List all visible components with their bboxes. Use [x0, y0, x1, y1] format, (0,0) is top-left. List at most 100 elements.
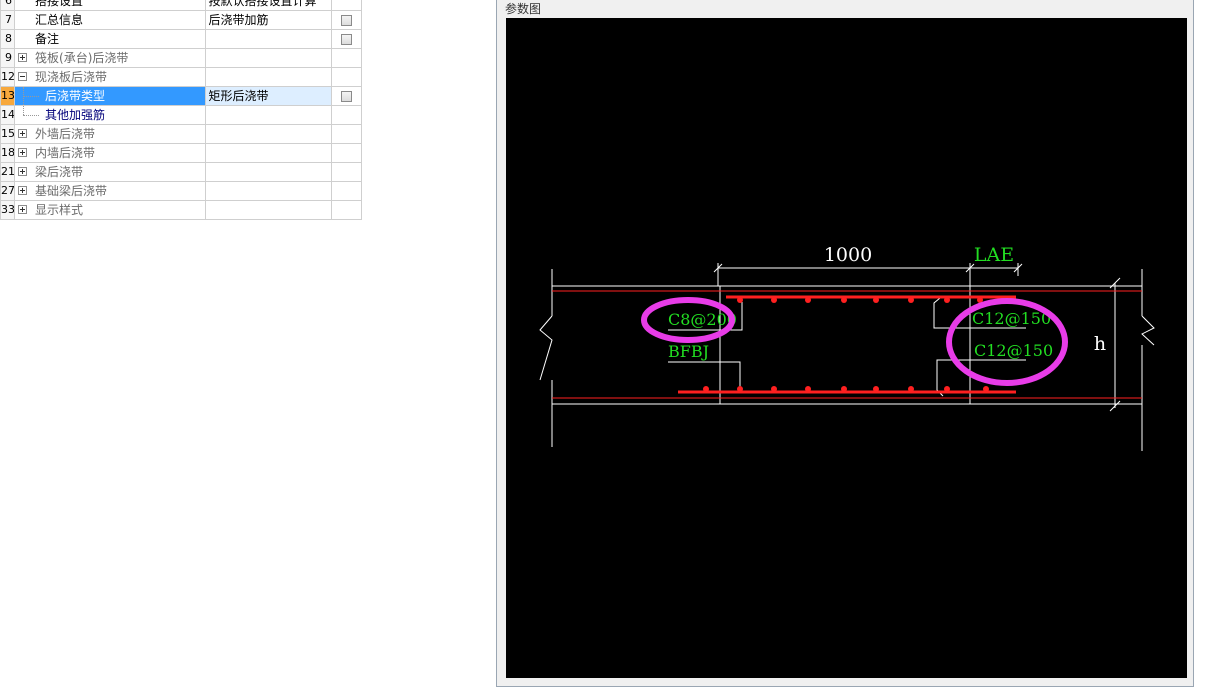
property-name-cell[interactable]: 其他加强筋	[14, 105, 206, 125]
property-name: 现浇板后浇带	[35, 70, 108, 84]
attach-checkbox-cell	[330, 200, 363, 220]
property-name-cell[interactable]: 现浇板后浇带	[14, 67, 206, 87]
property-value[interactable]	[204, 124, 332, 144]
top-rebar-dot	[737, 297, 743, 303]
property-value[interactable]: 矩形后浇带	[204, 86, 332, 106]
attach-checkbox[interactable]	[340, 15, 352, 26]
expand-icon[interactable]	[18, 129, 28, 138]
right-break-symbol	[1141, 315, 1155, 346]
attach-checkbox-cell	[330, 10, 363, 30]
bottom-rebar-dot	[841, 386, 847, 392]
attach-checkbox[interactable]	[340, 91, 352, 102]
panel-title: 参数图	[505, 2, 542, 16]
bottom-rebar-dot	[805, 386, 811, 392]
grid-row[interactable]: 9 筏板(承台)后浇带	[0, 48, 363, 68]
expand-icon[interactable]	[18, 186, 28, 195]
grid-row[interactable]: 27 基础梁后浇带	[0, 181, 363, 201]
bottom-rebar-dot	[983, 386, 989, 392]
attach-checkbox-cell	[330, 29, 363, 49]
top-rebar-dot	[771, 297, 777, 303]
rebar-group	[552, 290, 1142, 399]
attach-checkbox-cell	[330, 162, 363, 182]
property-value[interactable]	[204, 48, 332, 68]
post-pour-strip-diagram: 1000 LAE h C8@200 BFBJ C12@150 C12@150	[539, 244, 1155, 451]
grid-row[interactable]: 7 汇总信息 后浇带加筋	[0, 10, 363, 30]
property-value[interactable]	[204, 181, 332, 201]
property-value[interactable]	[204, 67, 332, 87]
bottom-rebar-dot	[908, 386, 914, 392]
expand-icon[interactable]	[18, 148, 28, 157]
property-value[interactable]: 按默认搭接设置计算	[204, 0, 332, 11]
row-number: 6	[0, 0, 16, 11]
property-name-cell[interactable]: 外墙后浇带	[14, 124, 206, 144]
grid-row[interactable]: 6 搭接设置 按默认搭接设置计算	[0, 0, 363, 11]
property-value[interactable]	[204, 200, 332, 220]
attach-checkbox-cell	[330, 124, 363, 144]
top-rebar-dot	[805, 297, 811, 303]
grid-row[interactable]: 8 备注	[0, 29, 363, 49]
attach-checkbox-cell	[330, 67, 363, 87]
row-number: 15	[0, 124, 16, 144]
property-name-cell[interactable]: 筏板(承台)后浇带	[14, 48, 206, 68]
rebar-label-c12-top: C12@150	[972, 309, 1051, 328]
row-number: 33	[0, 200, 16, 220]
attach-checkbox[interactable]	[340, 34, 352, 45]
bottom-rebar-dot	[944, 386, 950, 392]
expand-icon[interactable]	[18, 167, 28, 176]
property-name-cell[interactable]: 汇总信息	[14, 10, 206, 30]
dim-label-h: h	[1094, 333, 1106, 355]
attach-checkbox-cell	[330, 181, 363, 201]
bottom-rebar-dot	[771, 386, 777, 392]
property-name: 显示样式	[35, 203, 84, 217]
top-rebar-dot	[873, 297, 879, 303]
row-number: 21	[0, 162, 16, 182]
property-name: 汇总信息	[35, 13, 84, 27]
property-name: 筏板(承台)后浇带	[35, 51, 129, 65]
grid-row[interactable]: 14 其他加强筋	[0, 105, 363, 125]
property-name-cell[interactable]: 后浇带类型	[14, 86, 206, 106]
property-value[interactable]	[204, 162, 332, 182]
property-name-cell[interactable]: 内墙后浇带	[14, 143, 206, 163]
tree-branch-icon	[23, 115, 40, 117]
property-value[interactable]	[204, 143, 332, 163]
property-value[interactable]	[204, 29, 332, 49]
expand-icon[interactable]	[18, 53, 28, 62]
attach-checkbox-cell	[330, 86, 363, 106]
top-rebar-dot	[944, 297, 950, 303]
grid-row[interactable]: 13 后浇带类型 矩形后浇带	[0, 86, 363, 106]
property-name: 备注	[35, 32, 60, 46]
row-number: 27	[0, 181, 16, 201]
attach-checkbox-cell	[330, 0, 363, 11]
grid-row[interactable]: 33 显示样式	[0, 200, 363, 220]
row-number: 18	[0, 143, 16, 163]
rebar-label-bfbj: BFBJ	[668, 342, 709, 361]
tree-branch-icon	[23, 96, 40, 98]
row-number: 12	[0, 67, 16, 87]
property-name-cell[interactable]: 显示样式	[14, 200, 206, 220]
bottom-rebar-dot	[737, 386, 743, 392]
property-name-cell[interactable]: 备注	[14, 29, 206, 49]
grid-row[interactable]: 15 外墙后浇带	[0, 124, 363, 144]
grid-row[interactable]: 12 现浇板后浇带	[0, 67, 363, 87]
grid-row[interactable]: 21 梁后浇带	[0, 162, 363, 182]
dim-label-1000: 1000	[824, 244, 872, 266]
property-grid-body: 6 搭接设置 按默认搭接设置计算 7 汇总信息 后浇带加筋 8 备注 9 筏板(承台)后浇带 12 现…	[0, 0, 363, 220]
property-name-cell[interactable]: 搭接设置	[14, 0, 206, 11]
property-name-cell[interactable]: 基础梁后浇带	[14, 181, 206, 201]
property-value[interactable]	[204, 105, 332, 125]
property-name-cell[interactable]: 梁后浇带	[14, 162, 206, 182]
property-value[interactable]: 后浇带加筋	[204, 10, 332, 30]
rebar-label-c12-bottom: C12@150	[974, 341, 1053, 360]
grid-row[interactable]: 18 内墙后浇带	[0, 143, 363, 163]
top-rebar-dot	[908, 297, 914, 303]
attach-checkbox-cell	[330, 48, 363, 68]
property-name: 内墙后浇带	[35, 146, 96, 160]
bottom-rebar-dot	[703, 386, 709, 392]
row-number: 7	[0, 10, 16, 30]
attach-checkbox-cell	[330, 105, 363, 125]
property-name: 其他加强筋	[45, 108, 106, 122]
collapse-icon[interactable]	[18, 72, 28, 81]
property-name: 搭接设置	[35, 0, 84, 8]
row-number: 14	[0, 105, 16, 125]
expand-icon[interactable]	[18, 205, 28, 214]
